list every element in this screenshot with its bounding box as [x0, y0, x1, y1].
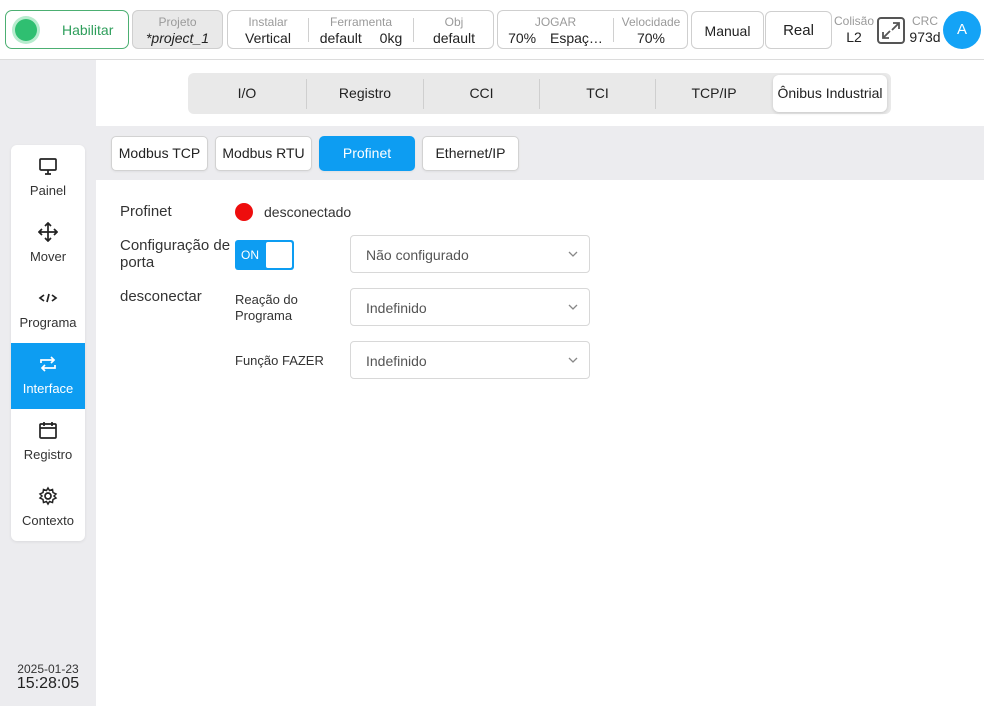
interface-tabs: I/O Registro CCI TCI TCP/IP Ônibus Indus… — [188, 73, 891, 114]
disconnect-label: desconectar — [120, 288, 202, 305]
enable-button[interactable]: Habilitar — [5, 10, 129, 49]
project-name: *project_1 — [145, 30, 210, 46]
connection-status-text: desconectado — [264, 204, 352, 220]
real-mode-button[interactable]: Real — [765, 11, 832, 49]
gear-icon — [38, 486, 58, 506]
program-reaction-label-line2: Programa — [235, 308, 293, 323]
do-function-label: Função FAZER — [235, 353, 324, 368]
sidebar-item-mover[interactable]: Mover — [11, 211, 85, 277]
chevron-down-icon — [568, 304, 578, 310]
chevron-down-icon — [568, 357, 578, 363]
sidebar-item-registro[interactable]: Registro — [11, 409, 85, 475]
expand-icon[interactable] — [877, 17, 905, 44]
enable-label: Habilitar — [62, 22, 114, 38]
top-bar: Habilitar Projeto *project_1 Instalar Ve… — [0, 0, 984, 60]
install-value: Vertical — [245, 30, 291, 46]
expand-arrows-icon — [882, 22, 900, 39]
crc-value: 973d — [909, 29, 941, 45]
toggle-knob — [266, 242, 292, 268]
jog-space: Espaç… — [550, 30, 603, 46]
port-config-toggle[interactable]: ON — [235, 240, 294, 270]
connection-status-icon — [235, 203, 253, 221]
monitor-icon — [39, 158, 57, 175]
power-status-icon — [15, 19, 37, 41]
sidebar-item-contexto[interactable]: Contexto — [11, 475, 85, 541]
tab-cci[interactable]: CCI — [424, 73, 539, 114]
collision-value: L2 — [846, 29, 862, 45]
tool-title: Ferramenta — [329, 15, 393, 29]
port-config-label-line1: Configuração de — [120, 237, 231, 254]
install-tool-panel[interactable]: Instalar Vertical Ferramenta default 0kg… — [227, 10, 494, 49]
time-display: 15:28:05 — [16, 675, 80, 692]
sidebar-item-label: Mover — [29, 249, 67, 264]
tool-value-row: default 0kg — [309, 30, 413, 46]
tab-tci[interactable]: TCI — [540, 73, 655, 114]
program-reaction-label: Reação do Programa — [235, 292, 298, 324]
move-arrows-icon — [38, 222, 58, 242]
profinet-settings: Profinet desconectado Configuração de po… — [96, 180, 984, 706]
project-title: Projeto — [158, 15, 197, 29]
tab-io[interactable]: I/O — [188, 73, 306, 114]
sidebar-item-programa[interactable]: Programa — [11, 277, 85, 343]
sidebar-item-label: Registro — [23, 447, 73, 462]
subtab-profinet[interactable]: Profinet — [319, 136, 415, 171]
do-function-select-value: Indefinido — [366, 353, 427, 369]
jog-speed-panel[interactable]: JOGAR 70% Espaç… Velocidade 70% — [497, 10, 688, 49]
port-config-label: Configuração de porta — [120, 237, 230, 271]
collision-indicator: Colisão L2 — [834, 14, 874, 45]
toggle-on-text: ON — [241, 248, 259, 262]
swap-arrows-icon — [40, 356, 56, 372]
tab-band: I/O Registro CCI TCI TCP/IP Ônibus Indus… — [96, 60, 984, 126]
tool-value: default — [319, 30, 362, 46]
calendar-icon — [39, 422, 57, 439]
speed-title: Velocidade — [621, 15, 681, 29]
subtab-ethernet-ip[interactable]: Ethernet/IP — [422, 136, 519, 171]
fieldbus-subtabs: Modbus TCP Modbus RTU Profinet Ethernet/… — [96, 126, 984, 180]
tool-load: 0kg — [379, 30, 403, 46]
manual-mode-label: Manual — [704, 23, 751, 39]
jog-value-row: 70% Espaç… — [498, 30, 613, 46]
sidebar-item-interface[interactable]: Interface — [11, 343, 85, 409]
obj-value: default — [432, 30, 476, 46]
crc-indicator: CRC 973d — [907, 14, 943, 45]
install-title: Instalar — [248, 15, 288, 29]
sidebar-item-painel[interactable]: Painel — [11, 145, 85, 211]
port-config-label-line2: porta — [120, 254, 155, 271]
program-reaction-label-line1: Reação do — [235, 292, 298, 307]
sidebar-item-label: Painel — [29, 183, 67, 198]
crc-title: CRC — [912, 14, 938, 28]
tab-onibus-industrial[interactable]: Ônibus Industrial — [773, 75, 887, 112]
user-avatar[interactable]: A — [943, 11, 981, 49]
port-config-select[interactable]: Não configurado — [350, 235, 590, 273]
code-icon — [38, 293, 58, 303]
speed-value: 70% — [636, 30, 666, 46]
manual-mode-button[interactable]: Manual — [691, 11, 764, 49]
subtab-modbus-rtu[interactable]: Modbus RTU — [215, 136, 312, 171]
jog-title: JOGAR — [534, 15, 577, 29]
main-panel: I/O Registro CCI TCI TCP/IP Ônibus Indus… — [96, 60, 984, 706]
sidebar-item-label: Programa — [19, 315, 77, 330]
sidebar-item-label: Interface — [22, 381, 74, 396]
sidebar-item-label: Contexto — [21, 513, 75, 528]
sidebar: Painel Mover Programa Interface Registro… — [11, 145, 85, 541]
collision-title: Colisão — [834, 14, 875, 28]
chevron-down-icon — [568, 251, 578, 257]
project-selector[interactable]: Projeto *project_1 — [132, 10, 223, 49]
obj-title: Obj — [444, 15, 464, 29]
tab-tcp-ip[interactable]: TCP/IP — [656, 73, 772, 114]
profinet-label: Profinet — [120, 203, 172, 220]
do-function-select[interactable]: Indefinido — [350, 341, 590, 379]
tab-registro[interactable]: Registro — [307, 73, 423, 114]
program-reaction-select-value: Indefinido — [366, 300, 427, 316]
date-display: 2025-01-23 — [17, 662, 79, 676]
jog-percent: 70% — [508, 30, 537, 46]
real-mode-label: Real — [783, 22, 814, 39]
program-reaction-select[interactable]: Indefinido — [350, 288, 590, 326]
port-config-select-value: Não configurado — [366, 247, 469, 263]
subtab-modbus-tcp[interactable]: Modbus TCP — [111, 136, 208, 171]
